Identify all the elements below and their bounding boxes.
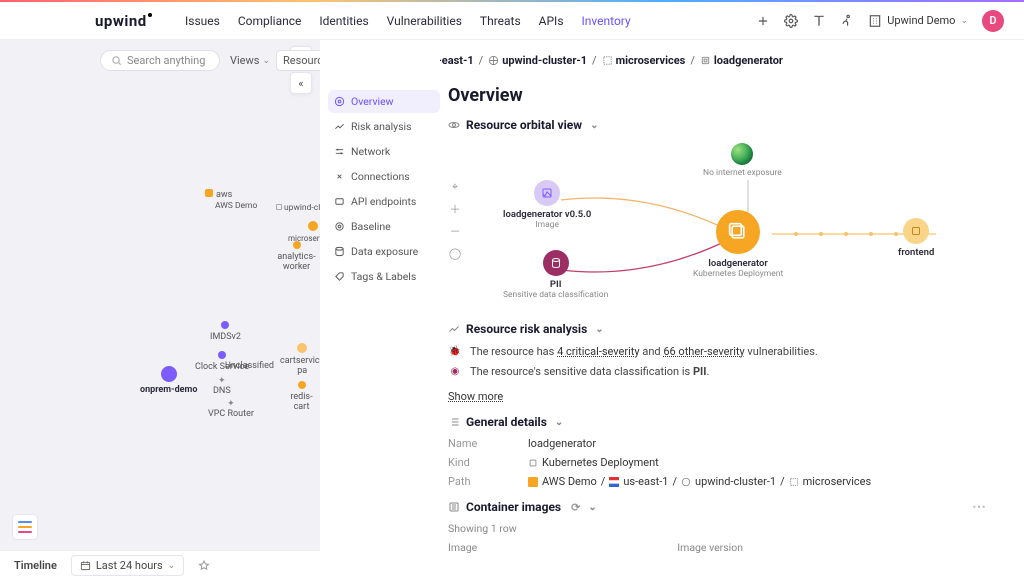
breadcrumb: AWS Demo / us-east-1 / upwind-cluster-1 …	[440, 54, 1004, 67]
resource-detail-panel: Overview Risk analysis Network Connectio…	[320, 40, 1024, 580]
timeline-bar: Timeline Last 24 hours ⌄	[0, 550, 320, 580]
org-switcher[interactable]: Upwind Demo ⌄	[868, 14, 968, 28]
nav-identities[interactable]: Identities	[319, 14, 368, 28]
deployment-icon	[700, 55, 711, 66]
detail-kind: KindKubernetes Deployment	[448, 456, 1004, 469]
search-icon	[111, 55, 122, 66]
section-general-header[interactable]: General details⌄	[448, 415, 1004, 429]
crosshair-button[interactable]: ⌖	[448, 180, 462, 194]
risk-line-vulns: 🐞 The resource has 4 critical-severity a…	[448, 344, 1004, 358]
logo: upwind	[95, 12, 151, 30]
topology-graph[interactable]: aws AWS Demo upwind-cluster-1 microservi…	[0, 81, 320, 580]
section-risk-header[interactable]: Resource risk analysis⌄	[448, 322, 1004, 336]
legend-toggle[interactable]	[12, 514, 38, 540]
running-icon[interactable]	[840, 14, 854, 28]
namespace-icon	[602, 55, 613, 66]
orbital-map-controls: ⌖ ＋ － ◯	[448, 180, 462, 260]
node-frontend[interactable]: frontend	[898, 218, 934, 258]
zoom-in-button[interactable]: ＋	[448, 202, 462, 216]
api-icon	[334, 196, 345, 207]
images-table-header: ImageImage version	[448, 541, 1004, 554]
resource-content: AWS Demo / us-east-1 / upwind-cluster-1 …	[440, 40, 1024, 580]
image-icon	[534, 180, 560, 206]
sidemenu-network[interactable]: Network	[328, 140, 440, 163]
detail-name: Nameloadgenerator	[448, 437, 1004, 450]
inventory-canvas: ✕ « Search anything Views ⌄ Resources aw…	[0, 40, 320, 580]
node-pii[interactable]: PII Sensitive data classification	[503, 250, 608, 300]
pin-icon[interactable]	[198, 560, 210, 572]
risk-icon	[334, 121, 345, 132]
avatar[interactable]: D	[982, 10, 1004, 32]
top-nav: upwind Issues Compliance Identities Vuln…	[0, 2, 1024, 40]
deployment-big-icon	[716, 210, 760, 254]
flag-mini-icon	[609, 477, 619, 487]
nav-threats[interactable]: Threats	[480, 14, 521, 28]
connections-icon	[334, 171, 345, 182]
container-icon	[448, 501, 460, 513]
nav-right: Upwind Demo ⌄ D	[756, 10, 1004, 32]
cluster-icon	[488, 55, 499, 66]
section-orbital-header[interactable]: Resource orbital view⌄	[448, 118, 1004, 132]
zoom-out-button[interactable]: －	[448, 224, 462, 238]
book-icon[interactable]	[812, 14, 826, 28]
sidemenu-api[interactable]: API endpoints	[328, 190, 440, 213]
show-more-link[interactable]: Show more	[448, 390, 503, 403]
nav-compliance[interactable]: Compliance	[238, 14, 302, 28]
list-icon	[448, 416, 460, 428]
sidemenu-data-exposure[interactable]: Data exposure	[328, 240, 440, 263]
nav-apis[interactable]: APIs	[539, 14, 564, 28]
time-range-picker[interactable]: Last 24 hours ⌄	[71, 555, 184, 576]
plus-icon[interactable]	[756, 14, 770, 28]
aws-mini-icon	[528, 477, 538, 487]
calendar-icon	[80, 560, 91, 571]
pii-icon	[543, 250, 569, 276]
tag-icon	[334, 271, 345, 282]
views-dropdown[interactable]: Views ⌄	[230, 54, 270, 67]
section-more-icon[interactable]: ⋯	[972, 499, 986, 515]
sidemenu-overview[interactable]: Overview	[328, 90, 440, 113]
node-center[interactable]: loadgenerator Kubernetes Deployment	[693, 210, 783, 279]
chart-icon	[448, 323, 460, 335]
sidemenu-connections[interactable]: Connections	[328, 165, 440, 188]
sidemenu-tags[interactable]: Tags & Labels	[328, 265, 440, 288]
sidemenu-baseline[interactable]: Baseline	[328, 215, 440, 238]
orbital-icon	[448, 119, 460, 131]
section-images-header[interactable]: Container images ⟳ ⌄ ⋯	[448, 500, 1004, 514]
resources-dropdown[interactable]: Resources	[276, 50, 320, 71]
page-title: Overview	[448, 85, 1004, 106]
nav-vulnerabilities[interactable]: Vulnerabilities	[387, 14, 462, 28]
globe-icon	[731, 143, 753, 165]
ns-mini-icon	[789, 477, 799, 487]
risk-line-pii: ◉ The resource's sensitive data classifi…	[448, 364, 1004, 378]
building-icon	[868, 14, 882, 28]
images-rowcount: Showing 1 row	[448, 522, 1004, 535]
search-input[interactable]: Search anything	[100, 50, 220, 71]
frontend-icon	[903, 218, 929, 244]
nav-issues[interactable]: Issues	[185, 14, 220, 28]
cluster-mini-icon	[681, 477, 691, 487]
overview-icon	[334, 96, 345, 107]
refresh-icon[interactable]: ⟳	[571, 501, 580, 514]
bug-icon: 🐞	[448, 344, 462, 358]
fit-button[interactable]: ◯	[448, 246, 462, 260]
resource-side-menu: Overview Risk analysis Network Connectio…	[320, 40, 440, 580]
nav-inventory[interactable]: Inventory	[582, 14, 631, 28]
baseline-icon	[334, 221, 345, 232]
timeline-label: Timeline	[14, 559, 57, 572]
node-internet: No internet exposure	[703, 143, 782, 178]
network-icon	[334, 146, 345, 157]
node-image[interactable]: loadgenerator v0.5.0 Image	[503, 180, 591, 230]
data-icon	[334, 246, 345, 257]
nav-items: Issues Compliance Identities Vulnerabili…	[185, 14, 631, 28]
orbital-view[interactable]: ⌖ ＋ － ◯ No internet exposure loadgenerat…	[448, 140, 1004, 310]
detail-path: Path AWS Demo / us-east-1 / upwind-clust…	[448, 475, 1004, 488]
sidemenu-risk[interactable]: Risk analysis	[328, 115, 440, 138]
db-icon: ◉	[448, 364, 462, 378]
gear-icon[interactable]	[784, 14, 798, 28]
deploy-mini-icon	[528, 458, 538, 468]
